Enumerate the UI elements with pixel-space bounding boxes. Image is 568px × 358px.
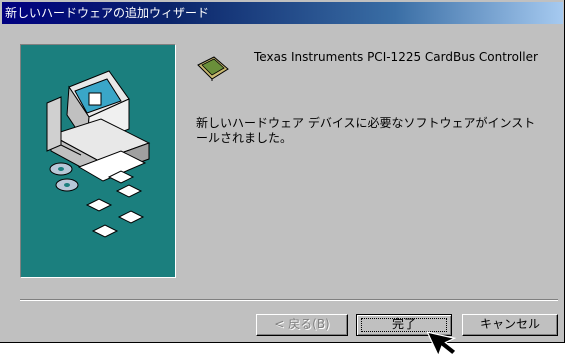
pc-card-icon [197,56,229,81]
separator [20,299,558,301]
wizard-illustration [20,44,176,278]
finish-button-label: 完了 [391,317,416,331]
device-name: Texas Instruments PCI-1225 CardBus Contr… [254,50,538,64]
cancel-button[interactable]: キャンセル [462,314,558,336]
window-title: 新しいハードウェアの追加ウィザード [5,6,210,20]
title-bar[interactable]: 新しいハードウェアの追加ウィザード [2,2,563,24]
computer-install-illustration [46,70,151,238]
mouse-pointer-icon [426,331,457,358]
install-complete-message: 新しいハードウェア デバイスに必要なソフトウェアがインストールされました。 [196,116,536,145]
back-button[interactable]: < 戻る(B) [256,314,348,336]
wizard-window: 新しいハードウェアの追加ウィザード Texas Instruments PCI-… [0,0,565,343]
